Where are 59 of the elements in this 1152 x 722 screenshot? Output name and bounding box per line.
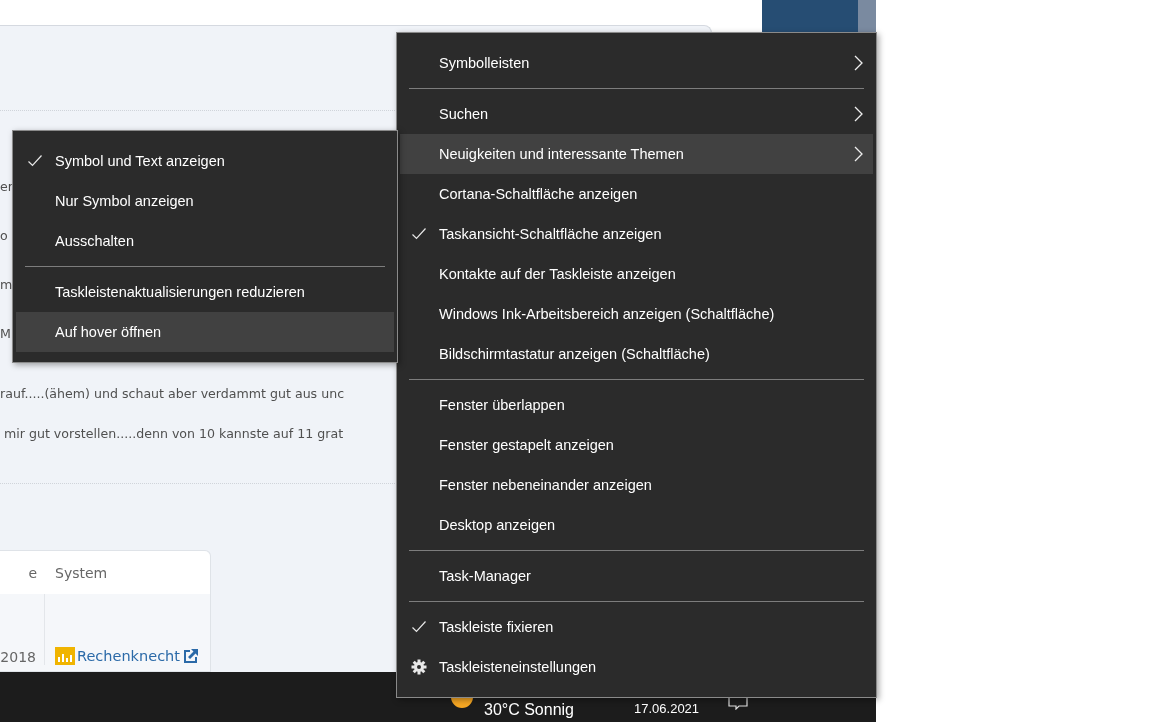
system-link[interactable]: Rechenknecht [77, 648, 180, 664]
column-header: e [28, 564, 37, 581]
menu-item[interactable]: Fenster gestapelt anzeigen [400, 425, 873, 465]
menu-item-label: Symbol und Text anzeigen [55, 153, 225, 169]
menu-item-label: Taskleistenaktualisierungen reduzieren [55, 284, 305, 300]
menu-item-label: Symbolleisten [439, 55, 530, 71]
chevron-right-icon [854, 146, 863, 162]
menu-item[interactable]: Desktop anzeigen [400, 505, 873, 545]
post-text: mir gut vorstellen.....denn von 10 kannste auf 11 grat [4, 426, 344, 441]
menu-item-label: Windows Ink-Arbeitsbereich anzeigen (Schaltfläche) [439, 306, 775, 322]
post-text: M [0, 326, 11, 341]
table-cell: 2018 [0, 649, 36, 665]
external-link-icon [182, 648, 199, 664]
menu-item[interactable]: Taskansicht-Schaltfläche anzeigen [400, 214, 873, 254]
menu-item[interactable]: Fenster überlappen [400, 385, 873, 425]
menu-item[interactable]: Symbol und Text anzeigen [16, 141, 394, 181]
menu-item[interactable]: Task-Manager [400, 556, 873, 596]
post-text: rauf.....(ähem) und schaut aber verdammt gut aus unc [0, 386, 345, 401]
menu-item-label: Cortana-Schaltfläche anzeigen [439, 186, 638, 202]
menu-item-label: Neuigkeiten und interessante Themen [439, 146, 684, 162]
menu-item-label: Desktop anzeigen [439, 517, 556, 533]
post-text: m [0, 277, 13, 292]
menu-item-label: Nur Symbol anzeigen [55, 193, 194, 209]
menu-item-label: Taskleiste fixieren [439, 619, 554, 635]
column-header: System [55, 564, 108, 581]
menu-item-label: Fenster nebeneinander anzeigen [439, 477, 652, 493]
menu-item-label: Auf hover öffnen [55, 324, 162, 340]
menu-item[interactable]: Suchen [400, 94, 873, 134]
menu-item[interactable]: Ausschalten [16, 221, 394, 261]
menu-item[interactable]: Nur Symbol anzeigen [16, 181, 394, 221]
menu-item[interactable]: Symbolleisten [400, 43, 873, 83]
menu-item[interactable]: Kontakte auf der Taskleiste anzeigen [400, 254, 873, 294]
menu-item-label: Taskansicht-Schaltfläche anzeigen [439, 226, 662, 242]
menu-item[interactable]: Taskleiste fixieren [400, 607, 873, 647]
chevron-right-icon [854, 106, 863, 122]
menu-item-label: Suchen [439, 106, 489, 122]
menu-item[interactable]: Fenster nebeneinander anzeigen [400, 465, 873, 505]
menu-item[interactable]: Taskleistenaktualisierungen reduzieren [16, 272, 394, 312]
menu-item-label: Fenster gestapelt anzeigen [439, 437, 614, 453]
menu-item[interactable]: Taskleisteneinstellungen [400, 647, 873, 687]
menu-item[interactable]: Auf hover öffnen [16, 312, 394, 352]
menu-item-label: Task-Manager [439, 568, 531, 584]
weather-text: 30°C Sonnig [484, 701, 574, 719]
menu-item[interactable]: Cortana-Schaltfläche anzeigen [400, 174, 873, 214]
menu-item-label: Kontakte auf der Taskleiste anzeigen [439, 266, 676, 282]
menu-item[interactable]: Neuigkeiten und interessante Themen [400, 134, 873, 174]
post-text: o [0, 228, 8, 243]
menu-item[interactable]: Windows Ink-Arbeitsbereich anzeigen (Schaltfläche) [400, 294, 873, 334]
menu-item[interactable]: Bildschirmtastatur anzeigen (Schaltfläche) [400, 334, 873, 374]
bar-chart-icon [55, 647, 75, 665]
menu-item-label: Bildschirmtastatur anzeigen (Schaltfläche) [439, 346, 710, 362]
settings-icon [411, 659, 427, 675]
menu-item-label: Fenster überlappen [439, 397, 565, 413]
menu-item-label: Taskleisteneinstellungen [439, 659, 597, 675]
post-text: er [0, 179, 13, 194]
chevron-right-icon [854, 55, 863, 71]
clock-date: 17.06.2021 [634, 701, 700, 716]
scrollbar [858, 0, 876, 32]
menu-item-label: Ausschalten [55, 233, 134, 249]
